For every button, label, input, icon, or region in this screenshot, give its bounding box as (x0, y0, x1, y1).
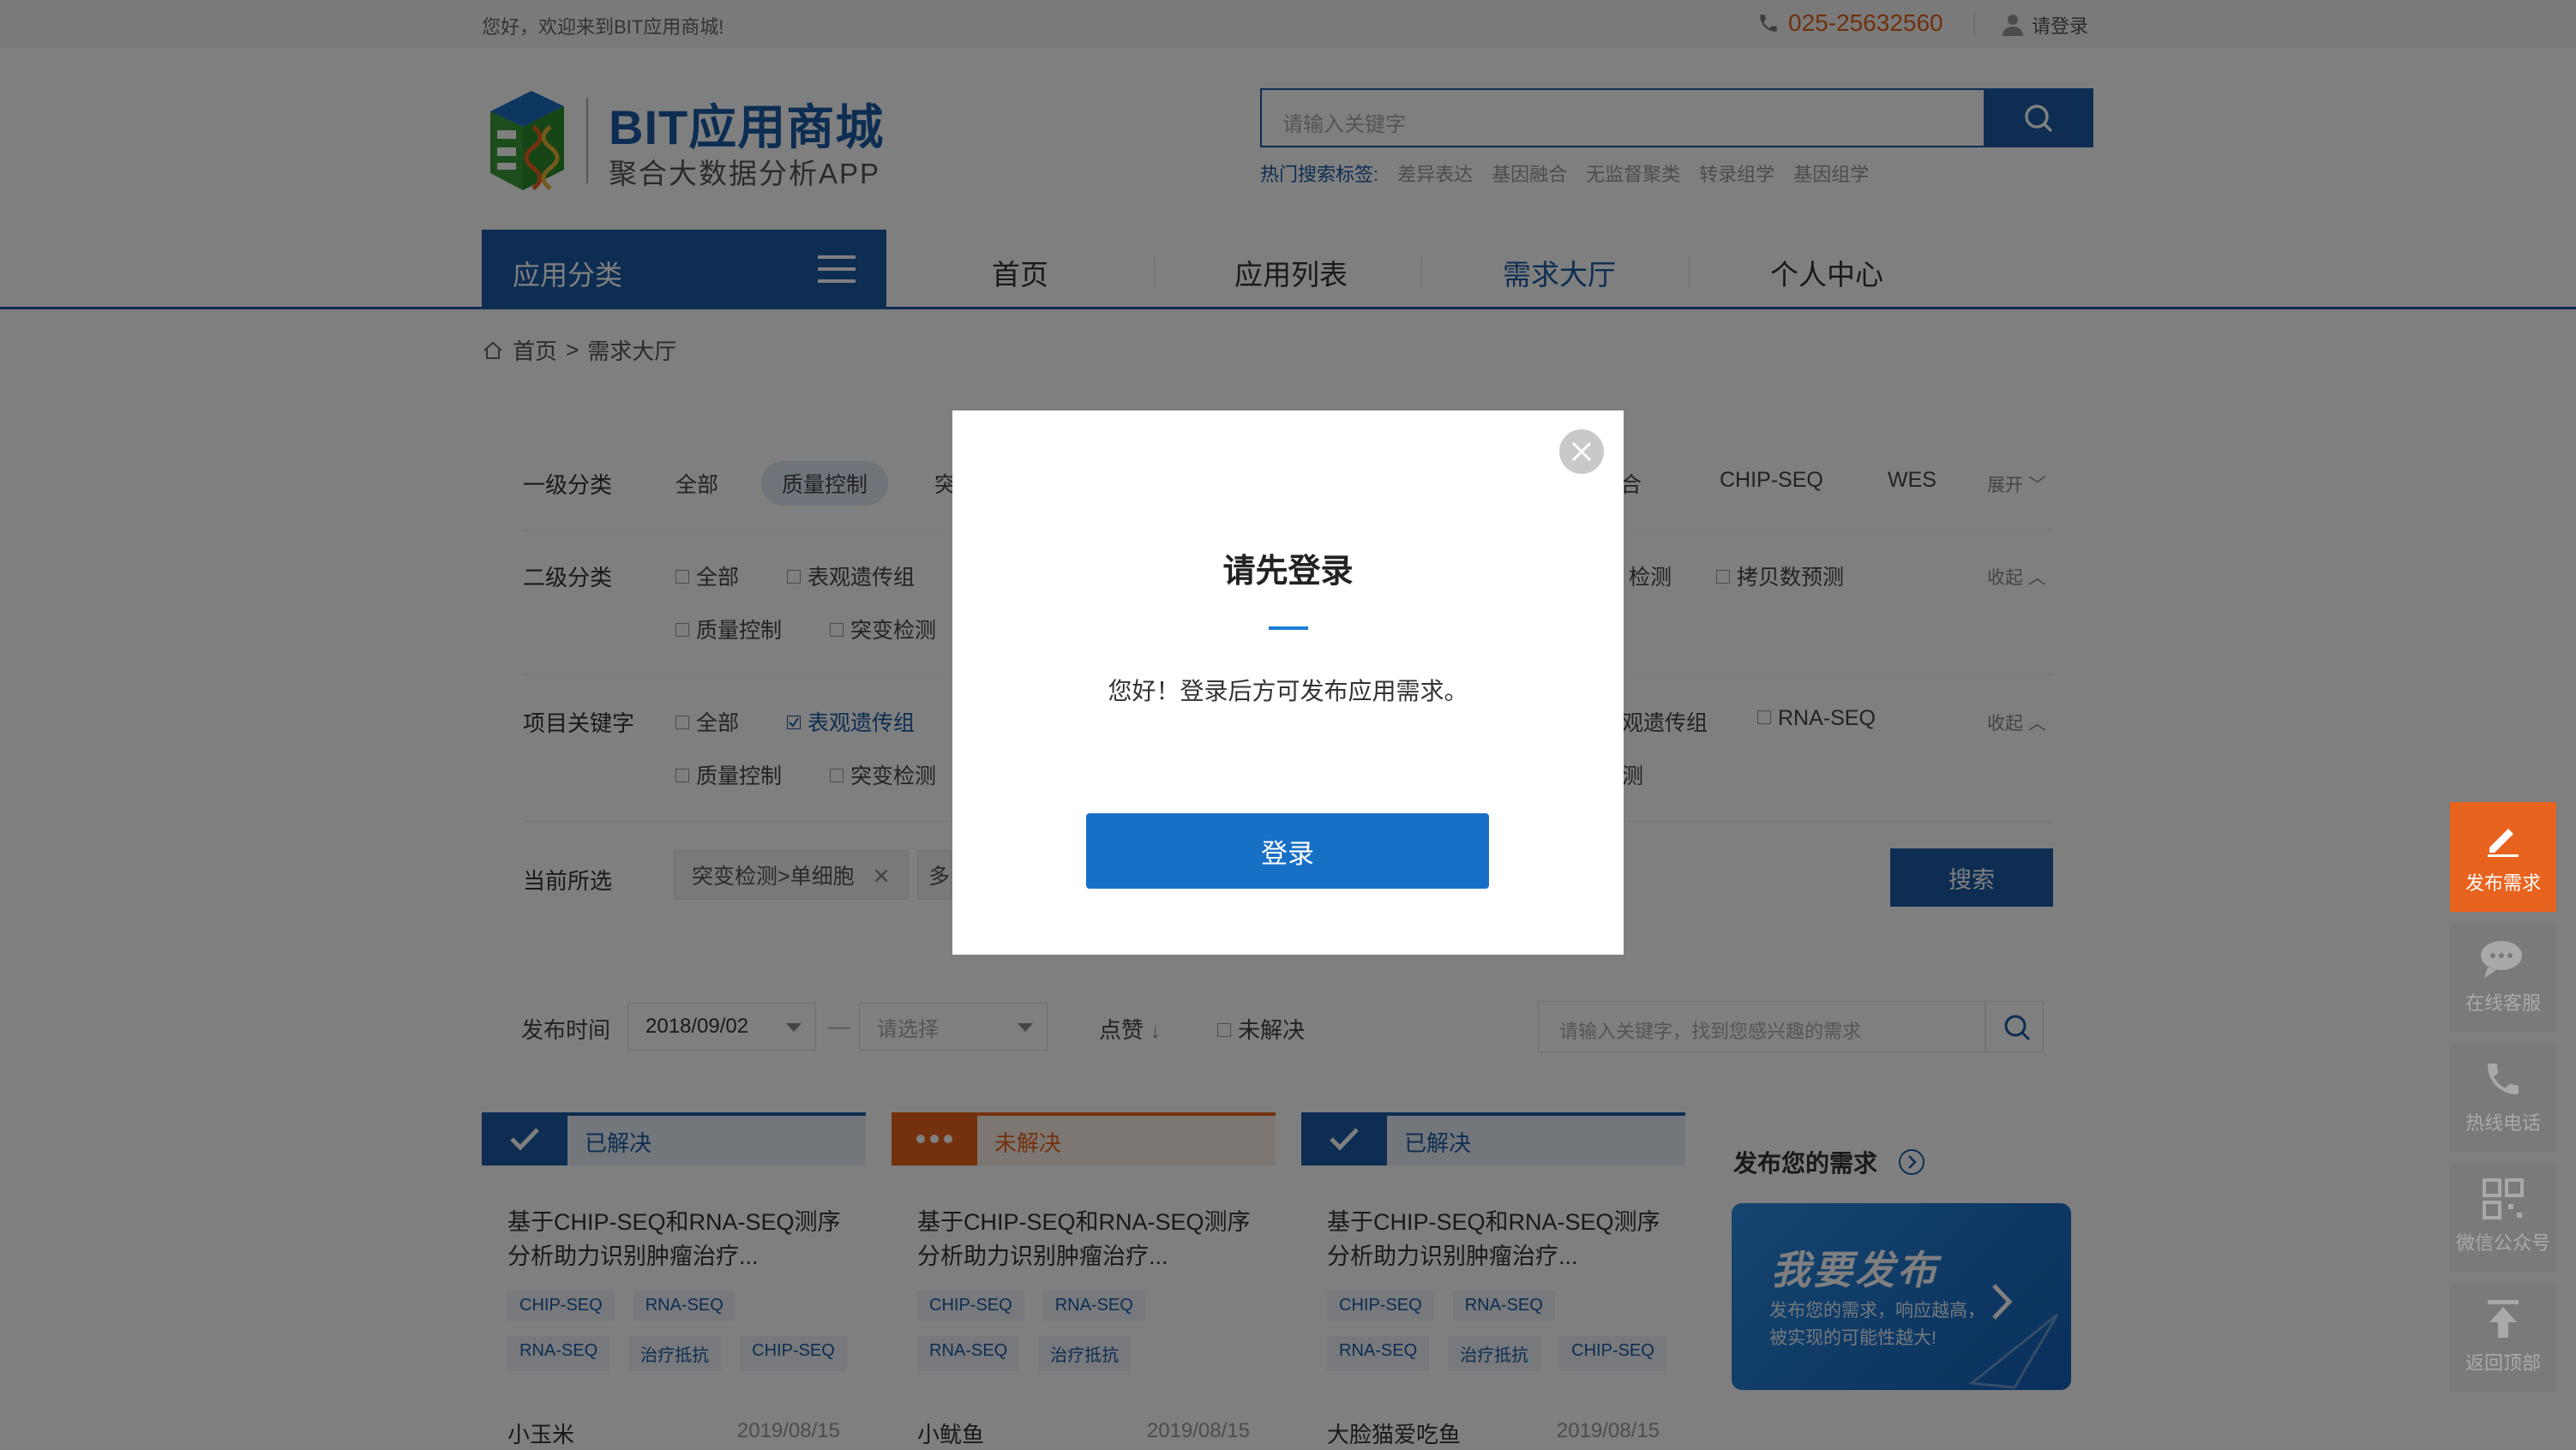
login-modal: 请先登录 您好！登录后方可发布应用需求。 登录 (952, 410, 1624, 955)
sidebar-hotline[interactable]: 热线电话 (2450, 1042, 2556, 1152)
sidebar-back-to-top[interactable]: 返回顶部 (2450, 1282, 2556, 1392)
sidebar-label: 热线电话 (2465, 1112, 2541, 1134)
edit-icon (2488, 829, 2519, 857)
phone-icon (2488, 1064, 2519, 1094)
close-icon (1571, 441, 1592, 462)
modal-title-underline (1269, 626, 1308, 630)
modal-title: 请先登录 (1222, 554, 1354, 590)
sidebar-label: 在线客服 (2465, 992, 2541, 1014)
arrow-up-icon (2488, 1300, 2519, 1338)
modal-message: 您好！登录后方可发布应用需求。 (1108, 678, 1468, 704)
sidebar-label: 返回顶部 (2465, 1352, 2541, 1374)
sidebar-online-service[interactable]: 在线客服 (2450, 922, 2556, 1032)
qr-code-icon (2483, 1178, 2524, 1219)
modal-close-button[interactable] (1559, 429, 1604, 474)
chat-icon (2481, 941, 2522, 978)
sidebar-wechat[interactable]: 微信公众号 (2450, 1162, 2556, 1272)
sidebar-label: 微信公众号 (2455, 1232, 2550, 1254)
sidebar-label: 发布需求 (2465, 872, 2541, 894)
modal-login-button[interactable]: 登录 (1086, 813, 1489, 889)
sidebar-publish-demand[interactable]: 发布需求 (2450, 802, 2556, 912)
